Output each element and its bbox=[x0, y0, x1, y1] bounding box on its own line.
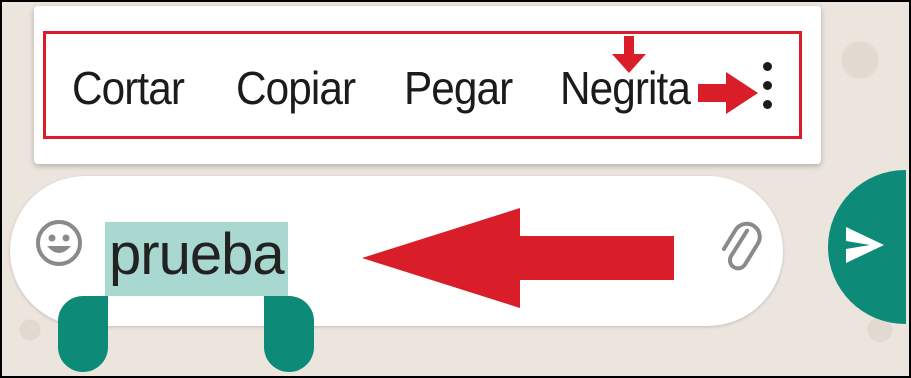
emoji-icon[interactable] bbox=[34, 218, 84, 268]
send-icon bbox=[846, 227, 884, 263]
paperclip-icon[interactable] bbox=[716, 218, 766, 278]
selection-handle-end[interactable] bbox=[264, 296, 314, 372]
selected-message-text[interactable]: prueba bbox=[105, 222, 288, 296]
selection-handle-start[interactable] bbox=[58, 296, 108, 372]
annotation-highlight-box bbox=[43, 31, 802, 139]
